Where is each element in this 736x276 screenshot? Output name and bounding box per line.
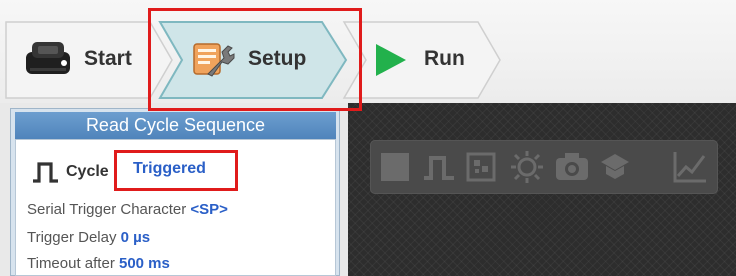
step-start-label: Start	[84, 47, 132, 70]
step-run-label: Run	[424, 47, 465, 70]
cycle-pulse-toolbar-icon[interactable]	[422, 150, 456, 189]
serial-trigger-value[interactable]: <SP>	[190, 201, 228, 218]
trigger-delay-value[interactable]: 0 µs	[121, 229, 151, 246]
timeout-value[interactable]: 500 ms	[119, 255, 170, 272]
image-view-icon[interactable]	[378, 150, 412, 189]
camera-icon[interactable]	[554, 150, 590, 189]
play-icon	[374, 42, 408, 83]
trigger-delay-row: Trigger Delay 0 µs	[27, 229, 150, 246]
camera-device-icon	[20, 38, 76, 83]
timeout-label: Timeout after	[27, 255, 115, 272]
timeout-row: Timeout after 500 ms	[27, 255, 170, 272]
filter-icon[interactable]	[598, 150, 632, 189]
cycle-mode-value[interactable]: Triggered	[133, 160, 206, 178]
chart-icon[interactable]	[672, 150, 708, 189]
light-icon[interactable]	[510, 150, 544, 189]
cycle-label: Cycle	[66, 163, 109, 180]
panel-title: Read Cycle Sequence	[15, 112, 336, 139]
symbol-icon[interactable]	[464, 150, 498, 189]
setup-highlight-box	[148, 8, 362, 111]
cycle-pulse-icon	[32, 160, 60, 184]
trigger-delay-label: Trigger Delay	[27, 229, 117, 246]
step-bar: Start Setup Run	[0, 0, 736, 103]
serial-trigger-label: Serial Trigger Character	[27, 201, 187, 218]
serial-trigger-row: Serial Trigger Character <SP>	[27, 201, 228, 218]
